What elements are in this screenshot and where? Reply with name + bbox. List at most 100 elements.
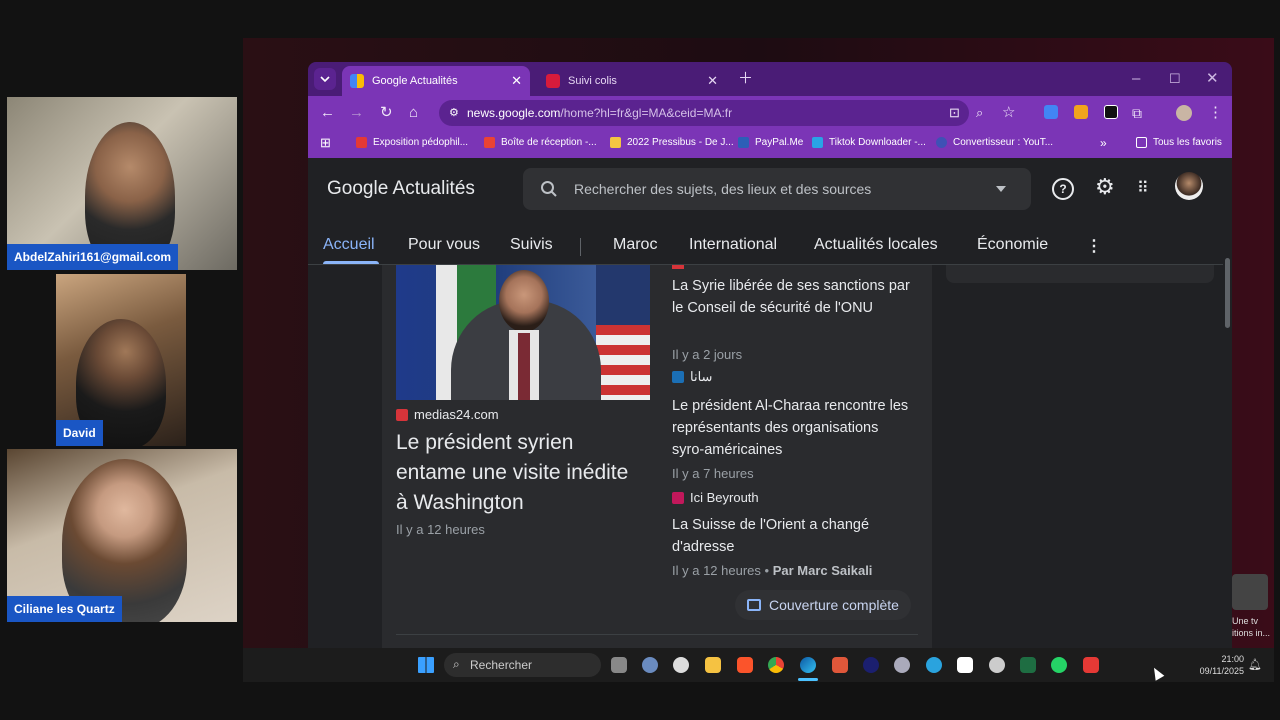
tab-maroc[interactable]: Maroc: [613, 236, 657, 254]
app-icon[interactable]: [832, 657, 848, 673]
bookmark-item[interactable]: Boîte de réception -...: [484, 137, 597, 148]
coverage-label: Couverture complète: [769, 597, 899, 613]
minimize-button[interactable]: –: [1132, 70, 1140, 88]
settings-gear-icon[interactable]: ⚙: [1095, 174, 1115, 200]
site-info-icon[interactable]: ⚙: [449, 106, 459, 119]
bookmark-item[interactable]: Tiktok Downloader -...: [812, 137, 926, 148]
person-tie: [518, 333, 530, 400]
story-image[interactable]: [396, 265, 650, 400]
app-icon[interactable]: [894, 657, 910, 673]
windows-start-icon[interactable]: [418, 657, 434, 673]
google-apps-icon[interactable]: ⠿: [1137, 178, 1149, 198]
settings-icon[interactable]: [642, 657, 658, 673]
home-icon[interactable]: ⌂: [409, 104, 418, 122]
person-face: [499, 270, 549, 332]
help-icon[interactable]: ?: [1052, 178, 1074, 200]
bookmarks-bar: ⊞ Exposition pédophil... Boîte de récept…: [308, 130, 1232, 158]
related-story-source[interactable]: Ici Beyrouth: [672, 490, 759, 505]
tab-suivis[interactable]: Suivis: [510, 236, 553, 254]
excel-icon[interactable]: [1020, 657, 1036, 673]
bookmark-star-icon[interactable]: ☆: [1002, 104, 1015, 122]
edge-icon[interactable]: [800, 657, 816, 673]
participant-name: David: [56, 420, 103, 446]
account-avatar[interactable]: [1175, 172, 1203, 200]
install-app-icon[interactable]: ⊡: [949, 104, 960, 122]
tab-economie[interactable]: Économie: [977, 236, 1048, 254]
profile-avatar[interactable]: [1176, 105, 1192, 121]
maximize-button[interactable]: ☐: [1169, 70, 1181, 88]
related-story-source[interactable]: سانا: [672, 369, 712, 385]
whatsapp-icon[interactable]: [1051, 657, 1067, 673]
more-bookmarks-icon[interactable]: »: [1100, 136, 1107, 150]
bookmark-item[interactable]: PayPal.Me: [738, 137, 803, 148]
scrollbar-thumb[interactable]: [1225, 258, 1230, 328]
app-icon[interactable]: [673, 657, 689, 673]
source-logo-icon: [672, 371, 684, 383]
logo-product-text: Actualités: [392, 178, 475, 199]
us-flag-canton: [596, 265, 650, 325]
telegram-icon[interactable]: [926, 657, 942, 673]
tab-suivi-colis[interactable]: Suivi colis ✕: [538, 66, 726, 96]
file-explorer-icon[interactable]: [705, 657, 721, 673]
system-clock[interactable]: 21:00 09/11/2025: [1200, 653, 1244, 677]
tab-international[interactable]: International: [689, 236, 777, 254]
notification-bell-icon[interactable]: 🔔︎: [1248, 658, 1262, 671]
participant-tile[interactable]: AbdelZahiri161@gmail.com: [7, 97, 237, 270]
capcut-icon[interactable]: [957, 657, 973, 673]
google-news-icon: [350, 74, 364, 88]
participant-tile[interactable]: David: [56, 274, 186, 446]
new-tab-button[interactable]: ＋: [738, 70, 753, 88]
tab-google-actualites[interactable]: Google Actualités ✕: [342, 66, 530, 96]
bookmark-item[interactable]: 2022 Pressibus - De J...: [610, 137, 734, 148]
tab-actualites-locales[interactable]: Actualités locales: [814, 236, 938, 254]
taskbar-search[interactable]: ⌕ Rechercher: [444, 653, 601, 677]
dropdown-arrow-icon[interactable]: [996, 186, 1006, 192]
bookmark-item[interactable]: Exposition pédophil...: [356, 137, 468, 148]
picture-in-picture-thumbnail[interactable]: [1232, 574, 1268, 610]
reload-icon[interactable]: ↻: [380, 104, 393, 122]
all-bookmarks-folder[interactable]: Tous les favoris: [1136, 137, 1222, 148]
browser-menu-icon[interactable]: ⋮: [1208, 104, 1223, 122]
main-story-source[interactable]: medias24.com: [396, 407, 499, 422]
puzzle-icon[interactable]: ⧉: [1132, 104, 1142, 122]
story-card: medias24.com Le président syrien entame …: [382, 265, 932, 648]
main-story-headline[interactable]: Le président syrien entame une visite in…: [396, 428, 636, 518]
scrollbar[interactable]: [1223, 158, 1232, 648]
wps-office-icon[interactable]: [1083, 657, 1099, 673]
extension-icon[interactable]: [1074, 105, 1088, 119]
zoom-icon[interactable]: ⌕: [976, 104, 983, 122]
translate-extension-icon[interactable]: [1044, 105, 1058, 119]
bookmark-favicon-icon: [356, 137, 367, 148]
tab-pour-vous[interactable]: Pour vous: [408, 236, 480, 254]
brave-browser-icon[interactable]: [737, 657, 753, 673]
related-story-headline[interactable]: La Suisse de l'Orient a changé d'adresse: [672, 514, 912, 558]
close-icon[interactable]: ✕: [707, 73, 718, 89]
bookmark-item[interactable]: Convertisseur : YouT...: [936, 137, 1053, 148]
close-window-button[interactable]: ✕: [1206, 70, 1219, 88]
download-icon: [812, 137, 823, 148]
task-view-icon[interactable]: [611, 657, 627, 673]
paypal-icon: [738, 137, 749, 148]
browser-window: Google Actualités ✕ Suivi colis ✕ ＋ – ☐ …: [308, 62, 1232, 648]
forward-icon[interactable]: →: [349, 104, 364, 122]
url-field[interactable]: ⚙ news.google.com/home?hl=fr&gl=MA&ceid=…: [439, 100, 969, 126]
apps-icon[interactable]: ⊞: [320, 135, 331, 151]
chrome-icon[interactable]: [768, 657, 784, 673]
tab-search-button[interactable]: [314, 68, 336, 90]
more-tabs-icon[interactable]: ⋮: [1086, 236, 1102, 256]
chevron-down-icon: [320, 76, 330, 83]
section-tabs: Accueil Pour vous Suivis Maroc Internati…: [308, 228, 1232, 265]
related-story-headline[interactable]: La Syrie libérée de ses sanctions par le…: [672, 275, 912, 319]
extension-icon[interactable]: [1104, 105, 1118, 119]
related-story-headline[interactable]: Le président Al-Charaa rencontre les rep…: [672, 395, 912, 461]
app-icon[interactable]: [989, 657, 1005, 673]
close-icon[interactable]: ✕: [511, 73, 522, 89]
full-coverage-button[interactable]: Couverture complète: [735, 590, 911, 620]
google-news-logo[interactable]: Google Actualités: [327, 178, 475, 200]
app-icon[interactable]: [863, 657, 879, 673]
source-logo-icon: [396, 408, 408, 421]
tab-accueil[interactable]: Accueil: [323, 236, 375, 254]
participant-tile[interactable]: Ciliane les Quartz: [7, 449, 237, 622]
back-icon[interactable]: ←: [320, 104, 335, 122]
search-input[interactable]: Rechercher des sujets, des lieux et des …: [523, 168, 1031, 210]
